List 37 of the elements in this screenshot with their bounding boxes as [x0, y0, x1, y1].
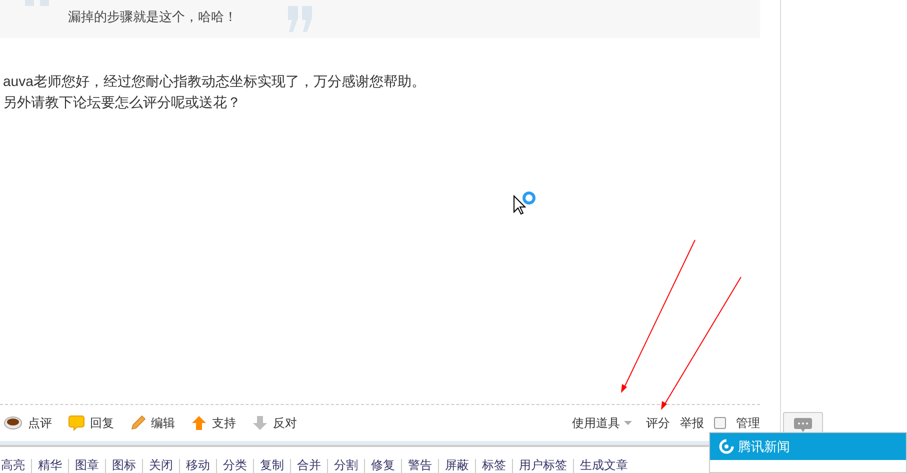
admin-link[interactable]: 分割 — [327, 459, 364, 473]
action-link[interactable]: 评分 — [646, 414, 670, 432]
checkbox-label: 管理 — [736, 414, 760, 432]
action-link[interactable]: 点评 — [4, 414, 52, 432]
admin-link[interactable]: 合并 — [290, 459, 327, 473]
action-link[interactable]: 举报 — [680, 414, 704, 432]
admin-link[interactable]: 分类 — [216, 459, 253, 473]
speech-bubble-icon — [68, 415, 85, 432]
action-link[interactable]: 反对 — [252, 414, 297, 432]
admin-link[interactable]: 用户标签 — [512, 459, 573, 473]
message-text: 另外请教下论坛要怎么评分呢或送花？ — [3, 92, 241, 112]
tools-dropdown[interactable]: 使用道具 — [572, 414, 632, 432]
quote-text: 漏掉的步骤就是这个，哈哈！ — [68, 8, 237, 26]
caret-icon — [624, 421, 632, 426]
up-arrow-icon — [191, 415, 207, 432]
action-link[interactable]: 回复 — [68, 414, 114, 432]
admin-link[interactable]: 关闭 — [142, 459, 179, 473]
admin-link[interactable]: 屏蔽 — [438, 459, 475, 473]
swirl-logo-icon — [719, 439, 734, 454]
admin-link[interactable]: 精华 — [31, 459, 68, 473]
action-link[interactable]: 支持 — [191, 414, 236, 432]
admin-link[interactable]: 标签 — [475, 459, 512, 473]
news-popup-title: 腾讯新闻 — [738, 438, 790, 456]
message-text: auva老师您好，经过您耐心指教动态坐标实现了，万分感谢您帮助。 — [3, 72, 426, 91]
admin-link[interactable]: 复制 — [253, 459, 290, 473]
action-link[interactable]: 编辑 — [130, 414, 175, 432]
admin-link[interactable]: 生成文章 — [573, 459, 634, 473]
admin-link[interactable]: 图章 — [68, 459, 105, 473]
admin-link[interactable]: 高亮 — [0, 459, 31, 473]
coffee-cup-icon — [4, 416, 23, 430]
admin-link[interactable]: 警告 — [401, 459, 438, 473]
pencil-icon — [130, 415, 146, 432]
manage-checkbox[interactable] — [714, 417, 726, 430]
down-arrow-icon — [252, 415, 268, 432]
admin-link[interactable]: 图标 — [105, 459, 142, 473]
admin-link[interactable]: 移动 — [179, 459, 216, 473]
admin-link[interactable]: 修复 — [364, 459, 401, 473]
